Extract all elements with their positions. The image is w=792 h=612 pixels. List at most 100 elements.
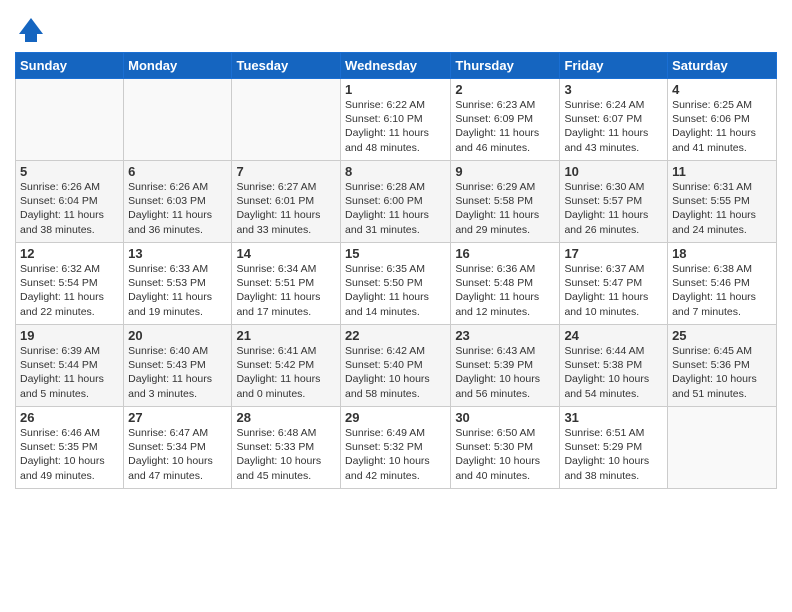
day-number: 30 [455, 410, 555, 425]
calendar-cell: 11Sunrise: 6:31 AM Sunset: 5:55 PM Dayli… [668, 161, 777, 243]
calendar-cell: 1Sunrise: 6:22 AM Sunset: 6:10 PM Daylig… [341, 79, 451, 161]
day-info: Sunrise: 6:31 AM Sunset: 5:55 PM Dayligh… [672, 180, 772, 237]
day-info: Sunrise: 6:50 AM Sunset: 5:30 PM Dayligh… [455, 426, 555, 483]
calendar-cell: 20Sunrise: 6:40 AM Sunset: 5:43 PM Dayli… [124, 325, 232, 407]
day-info: Sunrise: 6:38 AM Sunset: 5:46 PM Dayligh… [672, 262, 772, 319]
day-info: Sunrise: 6:22 AM Sunset: 6:10 PM Dayligh… [345, 98, 446, 155]
day-number: 14 [236, 246, 336, 261]
calendar-cell: 25Sunrise: 6:45 AM Sunset: 5:36 PM Dayli… [668, 325, 777, 407]
day-number: 5 [20, 164, 119, 179]
day-number: 3 [564, 82, 663, 97]
day-info: Sunrise: 6:39 AM Sunset: 5:44 PM Dayligh… [20, 344, 119, 401]
day-info: Sunrise: 6:28 AM Sunset: 6:00 PM Dayligh… [345, 180, 446, 237]
day-number: 26 [20, 410, 119, 425]
calendar-cell: 6Sunrise: 6:26 AM Sunset: 6:03 PM Daylig… [124, 161, 232, 243]
day-info: Sunrise: 6:45 AM Sunset: 5:36 PM Dayligh… [672, 344, 772, 401]
day-number: 28 [236, 410, 336, 425]
calendar-cell: 26Sunrise: 6:46 AM Sunset: 5:35 PM Dayli… [16, 407, 124, 489]
calendar-cell [124, 79, 232, 161]
day-number: 23 [455, 328, 555, 343]
day-number: 16 [455, 246, 555, 261]
day-info: Sunrise: 6:49 AM Sunset: 5:32 PM Dayligh… [345, 426, 446, 483]
day-number: 20 [128, 328, 227, 343]
calendar-cell: 31Sunrise: 6:51 AM Sunset: 5:29 PM Dayli… [560, 407, 668, 489]
weekday-header-sunday: Sunday [16, 53, 124, 79]
page: SundayMondayTuesdayWednesdayThursdayFrid… [0, 0, 792, 612]
day-info: Sunrise: 6:47 AM Sunset: 5:34 PM Dayligh… [128, 426, 227, 483]
day-number: 4 [672, 82, 772, 97]
weekday-header-saturday: Saturday [668, 53, 777, 79]
day-info: Sunrise: 6:33 AM Sunset: 5:53 PM Dayligh… [128, 262, 227, 319]
day-info: Sunrise: 6:35 AM Sunset: 5:50 PM Dayligh… [345, 262, 446, 319]
day-number: 1 [345, 82, 446, 97]
week-row-5: 26Sunrise: 6:46 AM Sunset: 5:35 PM Dayli… [16, 407, 777, 489]
day-number: 11 [672, 164, 772, 179]
day-info: Sunrise: 6:40 AM Sunset: 5:43 PM Dayligh… [128, 344, 227, 401]
week-row-4: 19Sunrise: 6:39 AM Sunset: 5:44 PM Dayli… [16, 325, 777, 407]
day-number: 21 [236, 328, 336, 343]
day-number: 7 [236, 164, 336, 179]
day-number: 10 [564, 164, 663, 179]
weekday-header-friday: Friday [560, 53, 668, 79]
calendar-cell: 15Sunrise: 6:35 AM Sunset: 5:50 PM Dayli… [341, 243, 451, 325]
day-number: 22 [345, 328, 446, 343]
calendar-cell: 3Sunrise: 6:24 AM Sunset: 6:07 PM Daylig… [560, 79, 668, 161]
calendar-cell: 18Sunrise: 6:38 AM Sunset: 5:46 PM Dayli… [668, 243, 777, 325]
day-info: Sunrise: 6:24 AM Sunset: 6:07 PM Dayligh… [564, 98, 663, 155]
calendar-cell: 9Sunrise: 6:29 AM Sunset: 5:58 PM Daylig… [451, 161, 560, 243]
day-info: Sunrise: 6:26 AM Sunset: 6:04 PM Dayligh… [20, 180, 119, 237]
day-info: Sunrise: 6:37 AM Sunset: 5:47 PM Dayligh… [564, 262, 663, 319]
day-number: 19 [20, 328, 119, 343]
day-number: 15 [345, 246, 446, 261]
day-number: 25 [672, 328, 772, 343]
calendar-cell: 19Sunrise: 6:39 AM Sunset: 5:44 PM Dayli… [16, 325, 124, 407]
day-number: 13 [128, 246, 227, 261]
day-number: 27 [128, 410, 227, 425]
day-info: Sunrise: 6:51 AM Sunset: 5:29 PM Dayligh… [564, 426, 663, 483]
calendar-cell: 22Sunrise: 6:42 AM Sunset: 5:40 PM Dayli… [341, 325, 451, 407]
calendar-cell: 5Sunrise: 6:26 AM Sunset: 6:04 PM Daylig… [16, 161, 124, 243]
day-info: Sunrise: 6:42 AM Sunset: 5:40 PM Dayligh… [345, 344, 446, 401]
calendar-cell: 21Sunrise: 6:41 AM Sunset: 5:42 PM Dayli… [232, 325, 341, 407]
calendar-cell [232, 79, 341, 161]
calendar-cell: 27Sunrise: 6:47 AM Sunset: 5:34 PM Dayli… [124, 407, 232, 489]
day-number: 29 [345, 410, 446, 425]
week-row-3: 12Sunrise: 6:32 AM Sunset: 5:54 PM Dayli… [16, 243, 777, 325]
calendar-cell [16, 79, 124, 161]
day-number: 31 [564, 410, 663, 425]
calendar-cell: 12Sunrise: 6:32 AM Sunset: 5:54 PM Dayli… [16, 243, 124, 325]
logo [15, 14, 51, 46]
day-info: Sunrise: 6:26 AM Sunset: 6:03 PM Dayligh… [128, 180, 227, 237]
logo-icon [15, 14, 47, 46]
day-number: 9 [455, 164, 555, 179]
day-info: Sunrise: 6:25 AM Sunset: 6:06 PM Dayligh… [672, 98, 772, 155]
calendar-cell: 2Sunrise: 6:23 AM Sunset: 6:09 PM Daylig… [451, 79, 560, 161]
calendar-cell: 28Sunrise: 6:48 AM Sunset: 5:33 PM Dayli… [232, 407, 341, 489]
day-info: Sunrise: 6:34 AM Sunset: 5:51 PM Dayligh… [236, 262, 336, 319]
day-info: Sunrise: 6:48 AM Sunset: 5:33 PM Dayligh… [236, 426, 336, 483]
calendar-cell: 29Sunrise: 6:49 AM Sunset: 5:32 PM Dayli… [341, 407, 451, 489]
day-info: Sunrise: 6:32 AM Sunset: 5:54 PM Dayligh… [20, 262, 119, 319]
calendar-cell: 23Sunrise: 6:43 AM Sunset: 5:39 PM Dayli… [451, 325, 560, 407]
calendar-cell: 24Sunrise: 6:44 AM Sunset: 5:38 PM Dayli… [560, 325, 668, 407]
calendar-cell: 4Sunrise: 6:25 AM Sunset: 6:06 PM Daylig… [668, 79, 777, 161]
calendar-cell: 8Sunrise: 6:28 AM Sunset: 6:00 PM Daylig… [341, 161, 451, 243]
day-info: Sunrise: 6:41 AM Sunset: 5:42 PM Dayligh… [236, 344, 336, 401]
day-info: Sunrise: 6:36 AM Sunset: 5:48 PM Dayligh… [455, 262, 555, 319]
calendar: SundayMondayTuesdayWednesdayThursdayFrid… [15, 52, 777, 489]
day-number: 2 [455, 82, 555, 97]
weekday-header-thursday: Thursday [451, 53, 560, 79]
calendar-cell: 10Sunrise: 6:30 AM Sunset: 5:57 PM Dayli… [560, 161, 668, 243]
calendar-cell: 13Sunrise: 6:33 AM Sunset: 5:53 PM Dayli… [124, 243, 232, 325]
calendar-cell [668, 407, 777, 489]
day-number: 12 [20, 246, 119, 261]
weekday-header-wednesday: Wednesday [341, 53, 451, 79]
weekday-header-tuesday: Tuesday [232, 53, 341, 79]
day-number: 24 [564, 328, 663, 343]
day-info: Sunrise: 6:43 AM Sunset: 5:39 PM Dayligh… [455, 344, 555, 401]
calendar-cell: 7Sunrise: 6:27 AM Sunset: 6:01 PM Daylig… [232, 161, 341, 243]
day-number: 8 [345, 164, 446, 179]
weekday-header-monday: Monday [124, 53, 232, 79]
day-info: Sunrise: 6:46 AM Sunset: 5:35 PM Dayligh… [20, 426, 119, 483]
day-info: Sunrise: 6:44 AM Sunset: 5:38 PM Dayligh… [564, 344, 663, 401]
